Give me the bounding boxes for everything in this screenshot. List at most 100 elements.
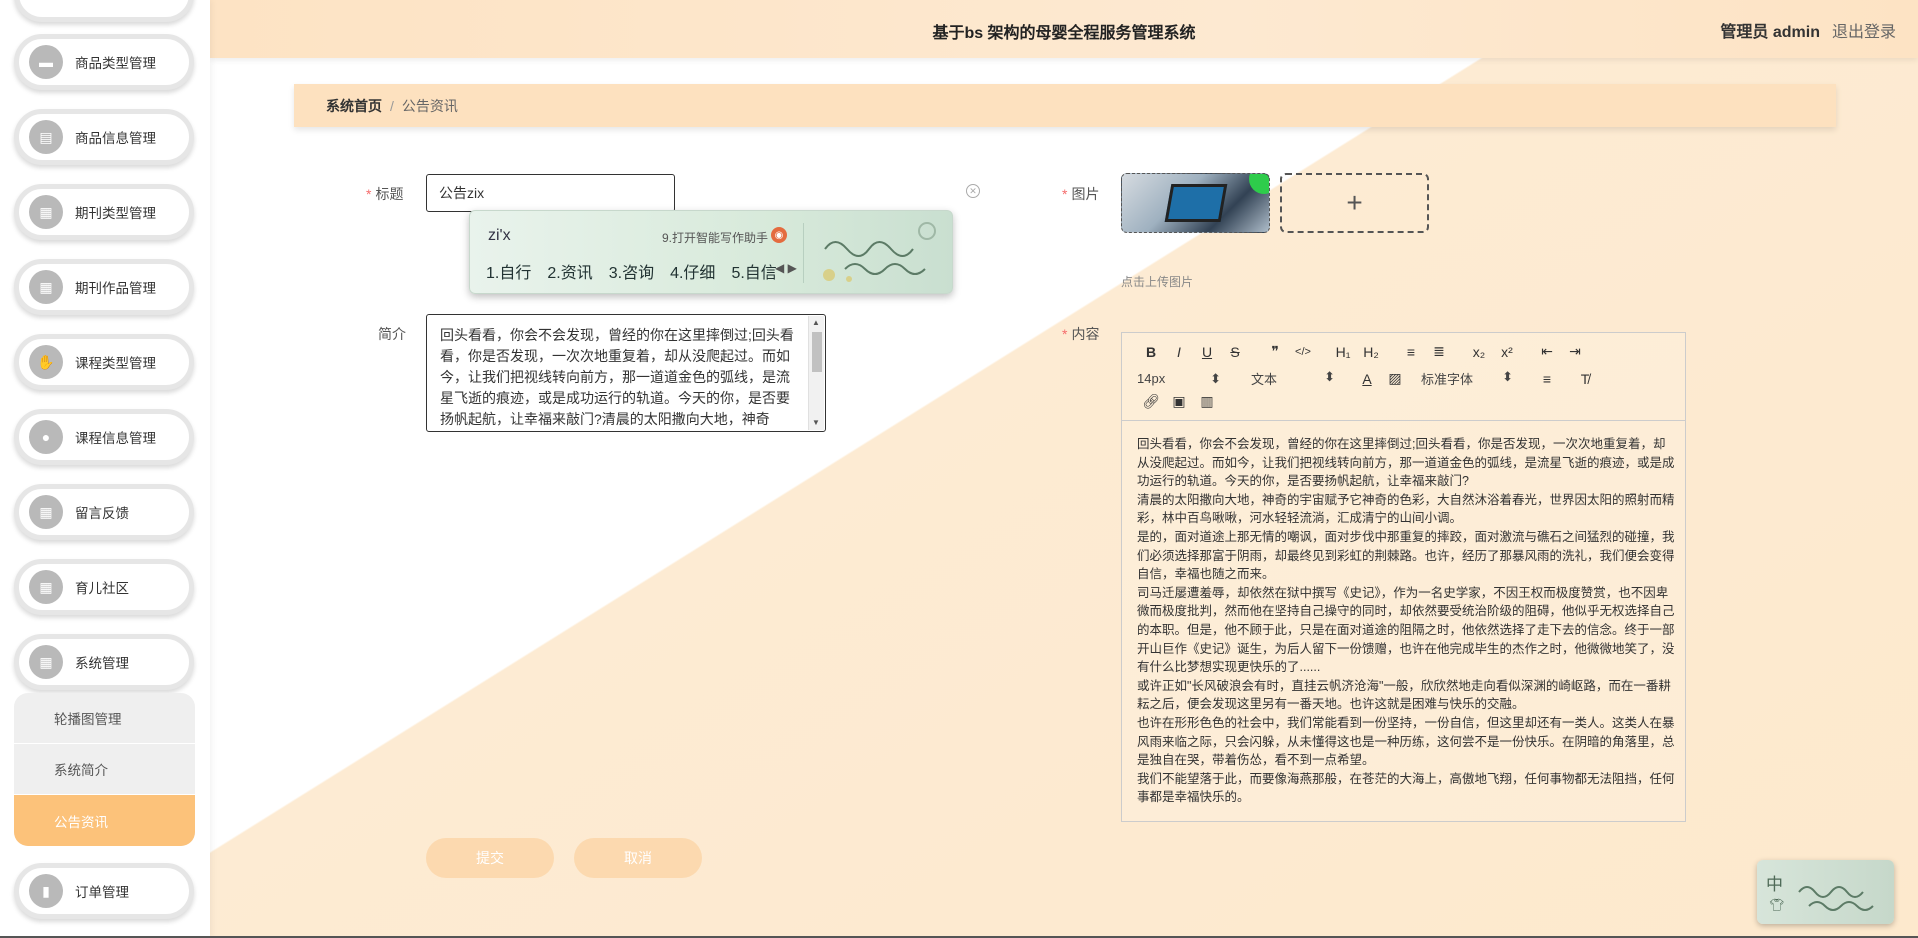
sidebar-item-parenting-community[interactable]: ▦ 育儿社区 (14, 559, 194, 615)
ime-mode-indicator[interactable]: 中 (1766, 870, 1783, 895)
italic-button[interactable]: I (1165, 344, 1193, 360)
system-title: 基于bs 架构的母婴全程服务管理系统 (932, 25, 1196, 42)
h2-button[interactable]: H₂ (1357, 344, 1385, 360)
clear-format-icon[interactable]: T̸ (1571, 371, 1599, 387)
ime-candidate[interactable]: 1.自行 (486, 259, 531, 283)
editor-paragraph: 是的，面对道途上那无情的嘲讽，面对步伐中那重复的摔跤，面对激流与礁石之间猛烈的碰… (1137, 529, 1675, 582)
bullet-list-button[interactable]: ≣ (1425, 343, 1453, 360)
sidebar-item-course-type[interactable]: ✋ 课程类型管理 (14, 334, 194, 390)
cancel-button[interactable]: 取消 (574, 838, 702, 878)
sidebar-item-feedback[interactable]: ▦ 留言反馈 (14, 484, 194, 540)
ime-candidate[interactable]: 5.自信 (731, 259, 776, 283)
sidebar-item-journal-works[interactable]: ▦ 期刊作品管理 (14, 259, 194, 315)
rich-text-editor: B I U S ❞ </> H₁ H₂ ≡ ≣ x₂ x² ⇤ ⇥ 14px ⬍ (1121, 332, 1686, 822)
ime-writing-helper[interactable]: 9.打开智能写作助手 (662, 229, 768, 246)
strike-button[interactable]: S (1221, 344, 1249, 360)
background-color-icon[interactable]: ▨ (1381, 370, 1409, 387)
image-icon[interactable]: ▣ (1165, 393, 1193, 410)
ime-candidate[interactable]: 2.资讯 (547, 259, 592, 283)
desc-label: 简介 (378, 326, 406, 342)
upload-image-button[interactable]: + (1280, 173, 1429, 233)
title-input[interactable] (426, 174, 675, 212)
font-color-icon[interactable]: A (1353, 371, 1381, 387)
scroll-down-icon[interactable]: ▼ (812, 418, 820, 427)
editor-paragraph: 清晨的太阳撒向大地，神奇的宇宙赋予它神奇的色彩，大自然沐浴着春光，世界因太阳的照… (1137, 492, 1675, 526)
desc-textarea[interactable]: 回头看看，你会不会发现，曾经的你在这里摔倒过;回头看看，你是否发现，一次次地重复… (426, 314, 826, 432)
ime-skin-art-icon (823, 222, 936, 282)
sidebar-item-label: 订单管理 (75, 885, 129, 900)
ime-pinyin: zi'x (488, 227, 511, 244)
sidebar-item-course-info[interactable]: ● 课程信息管理 (14, 409, 194, 465)
sidebar-item-label: 期刊类型管理 (75, 206, 156, 221)
sidebar-item-label: 留言反馈 (75, 506, 129, 521)
scroll-thumb[interactable] (812, 332, 822, 372)
toolbar-row-insert: 🔗︎ ▣ ▥ (1137, 393, 1221, 410)
submit-button[interactable]: 提交 (426, 838, 554, 878)
underline-button[interactable]: U (1193, 344, 1221, 360)
shirt-icon[interactable]: 👕︎ (1769, 898, 1784, 912)
align-icon[interactable]: ≡ (1533, 371, 1561, 387)
editor-paragraph: 或许正如"长风破浪会有时，直挂云帆济沧海"一般，欣欣然地走向看似深渊的崎岖路，而… (1137, 678, 1671, 712)
logout-link[interactable]: 退出登录 (1832, 18, 1896, 42)
updown-icon: ⬍ (1502, 369, 1513, 384)
clear-icon[interactable]: ✕ (966, 184, 980, 198)
sidebar-item-orders[interactable]: ▮ 订单管理 (14, 863, 194, 919)
sidebar-item-top-partial[interactable] (14, 0, 194, 22)
breadcrumb-home[interactable]: 系统首页 (326, 96, 382, 116)
grid-icon: ▦ (29, 645, 63, 679)
submenu-item-system-intro[interactable]: 系统简介 (14, 744, 195, 795)
font-family-select[interactable]: 标准字体 ⬍ (1421, 369, 1513, 388)
editor-toolbar: B I U S ❞ </> H₁ H₂ ≡ ≣ x₂ x² ⇤ ⇥ 14px ⬍ (1122, 333, 1685, 421)
ordered-list-button[interactable]: ≡ (1397, 344, 1425, 360)
clipboard-icon: ▤ (29, 120, 63, 154)
upload-hint: 点击上传图片 (1121, 275, 1194, 289)
blockquote-button[interactable]: ❞ (1261, 343, 1289, 360)
subscript-button[interactable]: x₂ (1465, 344, 1493, 360)
ime-divider (803, 223, 804, 283)
tag-icon: ▬ (29, 45, 63, 79)
ime-candidate[interactable]: 3.咨询 (609, 259, 654, 283)
sidebar-item-label: 期刊作品管理 (75, 281, 156, 296)
font-size-select[interactable]: 14px ⬍ (1137, 371, 1221, 387)
ime-page-arrows-icon[interactable]: ◀ ▶ (775, 261, 797, 275)
updown-icon: ⬍ (1324, 369, 1335, 384)
ime-skin-art-icon (1798, 886, 1874, 911)
grid-icon: ▦ (29, 270, 63, 304)
laptop-image (1164, 184, 1228, 222)
sidebar: ▬ 商品类型管理 ▤ 商品信息管理 ▦ 期刊类型管理 ▦ 期刊作品管理 ✋ 课程… (0, 0, 210, 938)
top-header: 基于bs 架构的母婴全程服务管理系统 管理员 admin 退出登录 (210, 0, 1918, 58)
ime-candidate[interactable]: 4.仔细 (670, 259, 715, 283)
bold-button[interactable]: B (1137, 344, 1165, 360)
sidebar-item-journal-type[interactable]: ▦ 期刊类型管理 (14, 184, 194, 240)
title-label: * 标题 (366, 186, 404, 202)
sidebar-item-goods-info[interactable]: ▤ 商品信息管理 (14, 109, 194, 165)
sidebar-item-goods-type[interactable]: ▬ 商品类型管理 (14, 34, 194, 90)
sidebar-item-label: 育儿社区 (75, 581, 129, 596)
h1-button[interactable]: H₁ (1329, 344, 1357, 360)
text-type-select[interactable]: 文本 ⬍ (1251, 369, 1335, 388)
ime-helper-icon[interactable]: ◉ (771, 227, 787, 243)
video-icon[interactable]: ▥ (1193, 393, 1221, 410)
sidebar-item-label: 系统管理 (75, 656, 129, 671)
image-corner-badge (1249, 174, 1269, 194)
outdent-button[interactable]: ⇤ (1533, 343, 1561, 360)
editor-paragraph: 回头看看，你会不会发现，曾经的你在这里摔倒过;回头看看，你是否发现，一次次地重复… (1137, 437, 1675, 489)
scroll-up-icon[interactable]: ▲ (812, 318, 820, 327)
editor-content[interactable]: 回头看看，你会不会发现，曾经的你在这里摔倒过;回头看看，你是否发现，一次次地重复… (1137, 435, 1677, 807)
sidebar-item-system-management[interactable]: ▦ 系统管理 (14, 634, 194, 690)
uploaded-image-thumbnail[interactable] (1121, 173, 1270, 233)
grid-icon: ▦ (29, 495, 63, 529)
desc-scrollbar[interactable]: ▲ ▼ (808, 316, 824, 430)
submenu-item-carousel[interactable]: 轮播图管理 (14, 693, 195, 744)
submenu-item-announcements[interactable]: 公告资讯 (14, 795, 195, 846)
sidebar-item-label: 商品类型管理 (75, 56, 156, 71)
ime-candidates: 1.自行 2.资讯 3.咨询 4.仔细 5.自信 (486, 259, 777, 283)
ime-floating-widget[interactable]: 中 👕︎ (1757, 860, 1894, 924)
toolbar-row-formatting: B I U S ❞ </> H₁ H₂ ≡ ≣ x₂ x² ⇤ ⇥ (1137, 343, 1589, 360)
breadcrumb: 系统首页 / 公告资讯 (294, 84, 1836, 127)
superscript-button[interactable]: x² (1493, 344, 1521, 360)
link-icon[interactable]: 🔗︎ (1137, 393, 1165, 410)
content-label: * 内容 (1062, 326, 1100, 342)
code-block-button[interactable]: </> (1289, 346, 1317, 358)
indent-button[interactable]: ⇥ (1561, 343, 1589, 360)
